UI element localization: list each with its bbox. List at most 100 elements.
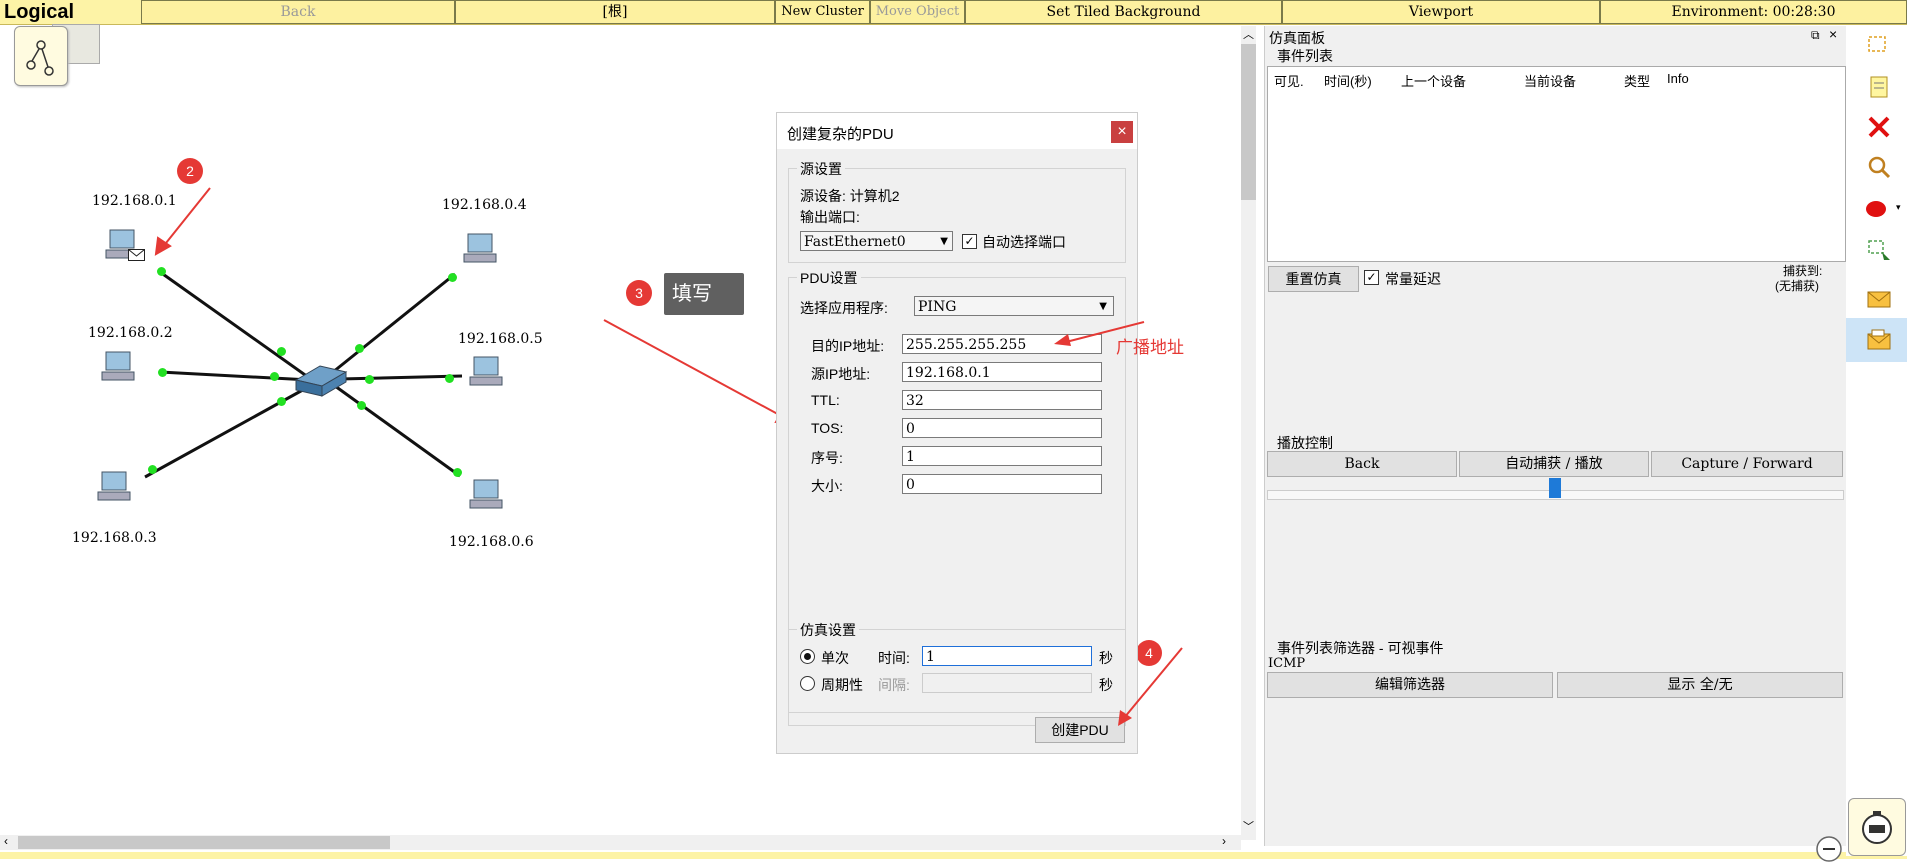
pc-icon[interactable]	[462, 232, 502, 268]
col-info[interactable]: Info	[1667, 71, 1689, 86]
time-label: 时间:	[878, 650, 910, 666]
edit-filter-button[interactable]: 编辑筛选器	[1267, 672, 1553, 698]
delete-icon[interactable]	[1866, 114, 1892, 140]
col-last-device[interactable]: 上一个设备	[1401, 71, 1466, 90]
pc-ip-label: 192.168.0.4	[442, 197, 527, 213]
ttl-label: TTL:	[811, 392, 840, 408]
capture-forward-button[interactable]: Capture / Forward	[1651, 451, 1843, 477]
close-icon[interactable]: ×	[1829, 26, 1837, 42]
restore-icon[interactable]: ⧉	[1811, 28, 1820, 43]
envelope-icon	[128, 249, 145, 261]
zoom-out-icon[interactable]	[1814, 834, 1844, 864]
back-button[interactable]: Back	[141, 0, 455, 24]
new-cluster-button[interactable]: New Cluster	[775, 0, 870, 24]
dialog-close-button[interactable]: ×	[1111, 121, 1133, 143]
show-all-none-button[interactable]: 显示 全/无	[1557, 672, 1843, 698]
inspect-icon[interactable]	[1866, 154, 1892, 180]
constant-delay-checkbox[interactable]: ✓	[1364, 270, 1379, 285]
link-pc2	[159, 370, 311, 382]
link-dot	[365, 375, 374, 384]
auto-capture-play-button[interactable]: 自动捕获 / 播放	[1459, 451, 1649, 477]
scroll-left-icon[interactable]: ‹	[4, 834, 8, 848]
create-complex-pdu-dialog: 创建复杂的PDU × 源设置 源设备: 计算机2 输出端口: FastEther…	[776, 112, 1138, 754]
tos-field[interactable]: 0	[902, 418, 1102, 438]
pc-ip-label: 192.168.0.6	[449, 534, 534, 550]
app-label: 选择应用程序:	[800, 300, 888, 316]
root-button[interactable]: [根]	[455, 0, 775, 24]
note-icon[interactable]	[1866, 74, 1892, 100]
link-dot	[158, 368, 167, 377]
output-port-select[interactable]: FastEthernet0 ▼	[800, 231, 953, 251]
simple-pdu-icon[interactable]	[1866, 286, 1892, 312]
pc-icon[interactable]	[468, 478, 508, 514]
viewport-button[interactable]: Viewport	[1282, 0, 1600, 24]
once-label: 单次	[821, 650, 849, 666]
source-settings-title: 源设置	[797, 159, 845, 179]
complex-pdu-icon[interactable]	[1866, 328, 1892, 354]
pc-ip-label: 192.168.0.5	[458, 331, 543, 347]
pc-ip-label: 192.168.0.2	[88, 325, 173, 341]
move-object-button[interactable]: Move Object	[870, 0, 965, 24]
select-icon[interactable]	[1866, 34, 1892, 60]
seq-field[interactable]: 1	[902, 446, 1102, 466]
environment-time[interactable]: Environment: 00:28:30	[1600, 0, 1907, 24]
dropdown-arrow-icon[interactable]: ▾	[1896, 202, 1901, 213]
broadcast-annotation: 广播地址	[1116, 338, 1184, 357]
ttl-field[interactable]: 32	[902, 390, 1102, 410]
chevron-down-icon: ▼	[940, 236, 948, 247]
auto-port-checkbox[interactable]: ✓	[962, 234, 977, 249]
dialog-title: 创建复杂的PDU	[787, 126, 894, 143]
realtime-simulation-toggle[interactable]	[1848, 798, 1906, 856]
link-pc4	[327, 272, 456, 378]
scroll-down-icon[interactable]: ﹀	[1243, 818, 1254, 834]
col-type[interactable]: 类型	[1624, 71, 1650, 90]
event-list-table[interactable]: 可见. 时间(秒) 上一个设备 当前设备 类型 Info	[1267, 66, 1846, 262]
stopwatch-icon	[1862, 811, 1892, 844]
source-device-label: 源设备: 计算机2	[800, 188, 900, 204]
pdu-settings-title: PDU设置	[797, 268, 861, 288]
output-port-label: 输出端口:	[800, 209, 860, 225]
time-field[interactable]: 1	[922, 646, 1092, 666]
periodic-label: 周期性	[821, 677, 863, 693]
link-dot	[453, 468, 462, 477]
auto-port-label: 自动选择端口	[982, 234, 1066, 250]
speed-slider-thumb[interactable]	[1549, 478, 1561, 498]
size-field[interactable]: 0	[902, 474, 1102, 494]
pc-icon[interactable]	[468, 355, 508, 391]
back-button[interactable]: Back	[1267, 451, 1457, 477]
logical-workspace-label: Logical	[4, 1, 75, 23]
src-ip-label: 源IP地址:	[811, 366, 871, 382]
link-pc1	[159, 270, 316, 384]
once-radio[interactable]	[800, 649, 815, 664]
col-time[interactable]: 时间(秒)	[1324, 71, 1372, 90]
vertical-scroll-thumb[interactable]	[1241, 44, 1256, 200]
link-pc5	[339, 374, 463, 381]
top-toolbar: Logical Back [根] New Cluster Move Object…	[0, 0, 1907, 25]
arrow-3	[603, 319, 786, 419]
col-visible[interactable]: 可见.	[1274, 71, 1304, 90]
bottom-toolbar-strip	[0, 852, 1907, 859]
dialog-titlebar: 创建复杂的PDU ×	[777, 113, 1137, 149]
pc-icon[interactable]	[96, 470, 136, 506]
playback-control-title: 播放控制	[1277, 435, 1333, 451]
sim-panel-title: 仿真面板	[1269, 30, 1325, 46]
scroll-up-icon[interactable]: ︿	[1243, 26, 1254, 42]
interval-field[interactable]	[922, 673, 1092, 693]
interval-label: 间隔:	[878, 677, 910, 693]
periodic-radio[interactable]	[800, 676, 815, 691]
pc-icon[interactable]	[100, 350, 140, 386]
draw-ellipse-icon[interactable]	[1864, 196, 1890, 222]
horizontal-scroll-thumb[interactable]	[18, 836, 390, 849]
resize-icon[interactable]	[1866, 238, 1892, 264]
switch-icon[interactable]	[294, 365, 348, 397]
set-tiled-background-button[interactable]: Set Tiled Background	[965, 0, 1282, 24]
col-current-device[interactable]: 当前设备	[1524, 71, 1576, 90]
simulation-panel: 仿真面板 ⧉ × 事件列表 可见. 时间(秒) 上一个设备 当前设备 类型 In…	[1264, 26, 1847, 846]
pc-ip-label: 192.168.0.1	[92, 193, 177, 209]
reset-simulation-button[interactable]: 重置仿真	[1268, 266, 1359, 292]
src-ip-field[interactable]: 192.168.0.1	[902, 362, 1102, 382]
scroll-right-icon[interactable]: ›	[1222, 834, 1226, 848]
fill-tooltip: 填写	[664, 273, 744, 315]
annotation-badge: 2	[177, 158, 203, 184]
link-dot	[357, 401, 366, 410]
